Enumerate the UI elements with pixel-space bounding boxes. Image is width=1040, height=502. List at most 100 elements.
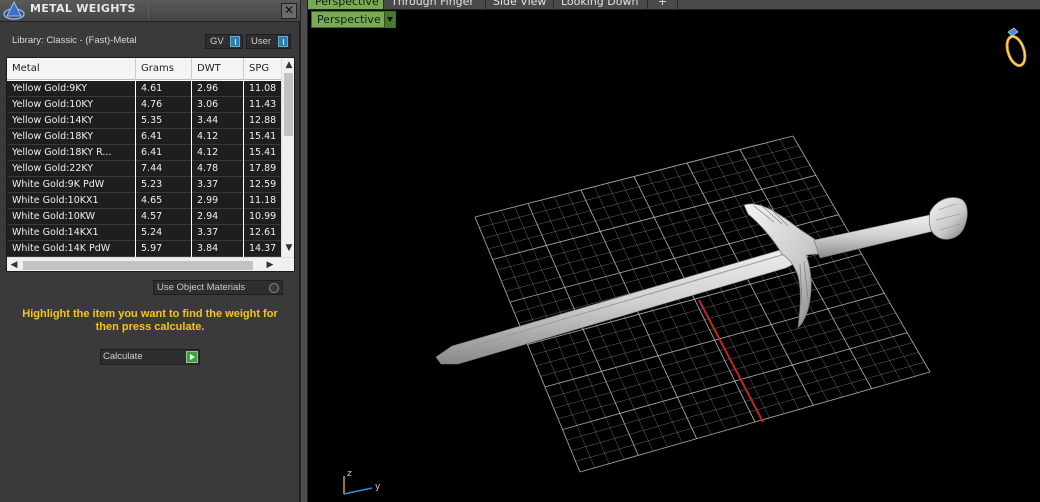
table-cell: 5.35 — [136, 113, 192, 129]
table-cell: 5.23 — [136, 177, 192, 193]
table-cell: White Gold:10KX1 — [7, 193, 136, 209]
table-body: Yellow Gold:9KY 4.61 2.96 11.08 Yellow Gold:… — [7, 81, 281, 257]
instruction-text: Highlight the item you want to find the … — [22, 308, 278, 333]
toggle-switch-icon — [278, 36, 288, 47]
view-mode-dropdown[interactable]: Perspective — [311, 11, 396, 28]
table-row[interactable]: White Gold:14KX1 5.24 3.37 12.61 — [7, 225, 281, 241]
panel-titlebar[interactable]: METAL WEIGHTS ✕ — [0, 0, 300, 22]
3d-viewport[interactable]: Perspective Through Finger Side View Loo… — [308, 0, 1040, 502]
titlebar-divider — [148, 2, 149, 20]
chevron-down-icon[interactable] — [384, 12, 395, 27]
table-row[interactable]: Yellow Gold:18KY 6.41 4.12 15.41 — [7, 129, 281, 145]
table-cell: 3.06 — [192, 97, 244, 113]
table-cell: 4.61 — [136, 81, 192, 97]
view-mode-label: Perspective — [317, 13, 381, 26]
tab-looking-down[interactable]: Looking Down — [554, 0, 648, 9]
panel-title: METAL WEIGHTS — [30, 2, 136, 15]
table-cell: White Gold:14KX1 — [7, 225, 136, 241]
table-cell: 10.99 — [244, 209, 281, 225]
table-cell: 4.12 — [192, 145, 244, 161]
table-cell: 2.99 — [192, 193, 244, 209]
close-icon[interactable]: ✕ — [281, 3, 297, 19]
table-cell: Yellow Gold:14KY — [7, 113, 136, 129]
table-cell: 2.94 — [192, 209, 244, 225]
ring-view-icon[interactable] — [1002, 26, 1032, 72]
table-cell: Yellow Gold:18KY R... — [7, 145, 136, 161]
scroll-right-icon[interactable]: ▶ — [263, 258, 277, 271]
calculate-label: Calculate — [103, 351, 143, 362]
app-logo-icon — [3, 1, 25, 20]
table-cell: 14.37 — [244, 241, 281, 257]
gv-toggle-label: GV — [210, 36, 224, 47]
scroll-down-icon[interactable]: ▼ — [282, 241, 294, 255]
scrollbar-thumb[interactable] — [23, 261, 253, 270]
scrollbar-thumb[interactable] — [284, 73, 293, 136]
gv-toggle[interactable]: GV — [205, 34, 243, 49]
library-label: Library: Classic - (Fast)-Metal — [12, 35, 137, 46]
play-icon[interactable] — [186, 351, 198, 363]
table-row[interactable]: Yellow Gold:18KY R... 6.41 4.12 15.41 — [7, 145, 281, 161]
table-cell: 4.12 — [192, 129, 244, 145]
table-cell: 2.96 — [192, 81, 244, 97]
table-cell: Yellow Gold:22KY — [7, 161, 136, 177]
table-row[interactable]: Yellow Gold:10KY 4.76 3.06 11.43 — [7, 97, 281, 113]
table-cell: White Gold:14K PdW — [7, 241, 136, 257]
table-cell: 3.37 — [192, 177, 244, 193]
table-cell: 4.65 — [136, 193, 192, 209]
table-cell: 4.76 — [136, 97, 192, 113]
table-cell: 12.61 — [244, 225, 281, 241]
column-header-metal[interactable]: Metal — [7, 58, 136, 80]
use-object-materials-option[interactable]: Use Object Materials — [153, 280, 283, 295]
table-row[interactable]: Yellow Gold:9KY 4.61 2.96 11.08 — [7, 81, 281, 97]
table-cell: 11.08 — [244, 81, 281, 97]
table-row[interactable]: White Gold:14K PdW 5.97 3.84 14.37 — [7, 241, 281, 257]
axis-y-label: y — [375, 482, 381, 492]
table-cell: Yellow Gold:18KY — [7, 129, 136, 145]
table-cell: 4.57 — [136, 209, 192, 225]
vertical-scrollbar[interactable]: ▲ ▼ — [281, 58, 294, 257]
column-header-spg[interactable]: SPG — [244, 58, 284, 80]
table-row[interactable]: Yellow Gold:14KY 5.35 3.44 12.88 — [7, 113, 281, 129]
metal-table[interactable]: Metal Grams DWT SPG Yellow Gold:9KY 4.61 2… — [6, 57, 295, 272]
app-window: METAL WEIGHTS ✕ Library: Classic - (Fast… — [0, 0, 1040, 502]
scroll-left-icon[interactable]: ◀ — [7, 258, 21, 271]
user-toggle[interactable]: User — [246, 34, 291, 49]
table-cell: 7.44 — [136, 161, 192, 177]
tab-through-finger[interactable]: Through Finger — [384, 0, 486, 9]
sword-model[interactable] — [435, 197, 968, 365]
table-cell: Yellow Gold:9KY — [7, 81, 136, 97]
table-row[interactable]: White Gold:10KW 4.57 2.94 10.99 — [7, 209, 281, 225]
scroll-up-icon[interactable]: ▲ — [282, 58, 294, 72]
table-cell: 5.97 — [136, 241, 192, 257]
table-cell: Yellow Gold:10KY — [7, 97, 136, 113]
column-header-grams[interactable]: Grams — [136, 58, 192, 80]
add-view-icon[interactable]: + — [648, 0, 678, 9]
table-cell: 12.88 — [244, 113, 281, 129]
table-cell: 15.41 — [244, 129, 281, 145]
horizontal-scrollbar[interactable]: ◀ ▶ — [7, 257, 294, 271]
view-tab-bar: Perspective Through Finger Side View Loo… — [308, 0, 1040, 10]
column-header-dwt[interactable]: DWT — [192, 58, 244, 80]
metal-weights-panel: METAL WEIGHTS ✕ Library: Classic - (Fast… — [0, 0, 300, 502]
table-cell: 6.41 — [136, 145, 192, 161]
table-cell: 5.24 — [136, 225, 192, 241]
scene-canvas — [343, 135, 968, 495]
table-row[interactable]: Yellow Gold:22KY 7.44 4.78 17.89 — [7, 161, 281, 177]
table-cell: 15.41 — [244, 145, 281, 161]
table-cell: 3.44 — [192, 113, 244, 129]
user-toggle-label: User — [251, 36, 272, 47]
table-row[interactable]: White Gold:9K PdW 5.23 3.37 12.59 — [7, 177, 281, 193]
radio-icon[interactable] — [269, 283, 279, 293]
tab-side-view[interactable]: Side View — [486, 0, 554, 9]
calculate-button[interactable]: Calculate — [100, 349, 200, 365]
use-object-materials-label: Use Object Materials — [157, 282, 246, 293]
tab-perspective[interactable]: Perspective — [308, 0, 384, 9]
table-row[interactable]: White Gold:10KX1 4.65 2.99 11.18 — [7, 193, 281, 209]
panel-splitter[interactable] — [300, 0, 308, 502]
grid-line — [571, 352, 919, 452]
table-cell: 11.18 — [244, 193, 281, 209]
table-cell: 3.37 — [192, 225, 244, 241]
table-cell: White Gold:10KW — [7, 209, 136, 225]
table-cell: 4.78 — [192, 161, 244, 177]
toggle-switch-icon — [230, 36, 240, 47]
